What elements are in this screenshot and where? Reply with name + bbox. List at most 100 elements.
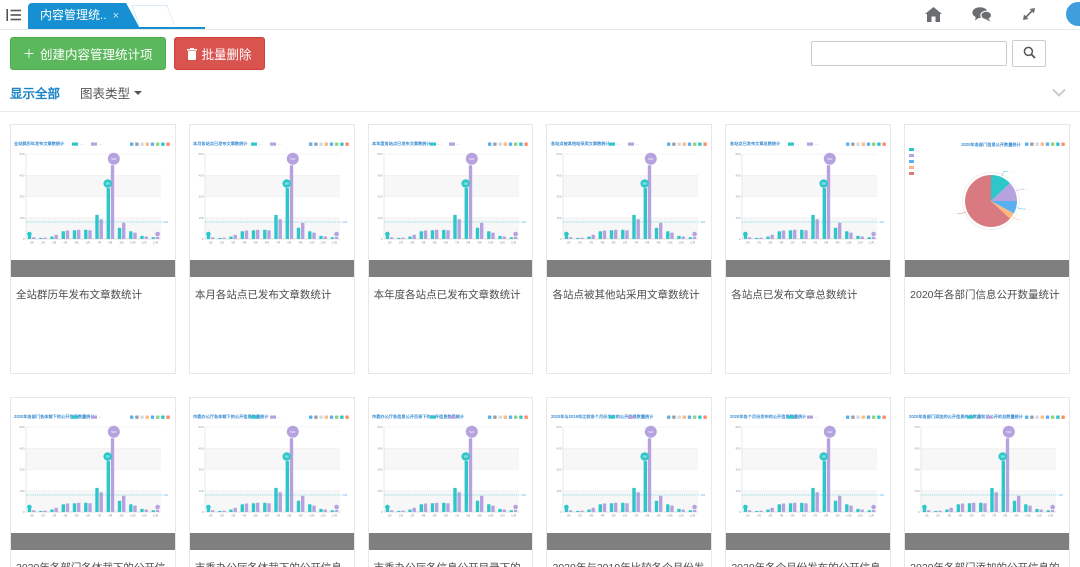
svg-text:12月: 12月 [690, 240, 696, 244]
card-title: 各站点被其他站采用文章数统计 [547, 277, 711, 313]
stat-card[interactable]: 市委办公厅各体裁下的公开信息数量统计·········0150300450600… [189, 397, 355, 567]
svg-text:2月: 2月 [399, 513, 403, 517]
svg-text:5月: 5月 [75, 240, 79, 244]
card-title: 全站群历年发布文章数统计 [11, 277, 175, 313]
svg-text:2020年各部门各体裁下的公开信息数量统计: 2020年各部门各体裁下的公开信息数量统计 [14, 413, 95, 420]
svg-text:8月: 8月 [1003, 513, 1007, 517]
svg-text:4月: 4月 [600, 240, 604, 244]
svg-text:7月: 7月 [455, 240, 459, 244]
stat-card[interactable]: 市委办公厅各信息公开目录下的公开信息数量统计·········015030045… [368, 397, 534, 567]
card-title: 各站点已发布文章总数统计 [726, 277, 890, 313]
svg-text:120: 120 [700, 220, 705, 224]
svg-text:本月各站点已发布文章数统计: 本月各站点已发布文章数统计 [192, 140, 248, 147]
chart-type-label: 图表类型 [80, 83, 130, 102]
trash-icon [187, 48, 197, 60]
svg-text:3月: 3月 [947, 513, 951, 517]
stat-card[interactable]: 2020年与2019年比较各个月份发布的公开信息数量统计·········015… [546, 397, 712, 567]
batch-delete-button[interactable]: 批量删除 [174, 37, 265, 70]
stat-card[interactable]: 全站群历年发布文章数统计·········01503004506001月2月3月… [10, 124, 176, 374]
svg-text:3月: 3月 [768, 240, 772, 244]
svg-text:····: ···· [1027, 207, 1031, 211]
show-all-link[interactable]: 显示全部 [10, 83, 60, 102]
svg-text:10月: 10月 [667, 240, 673, 244]
svg-text:120: 120 [879, 493, 884, 497]
card-title: 本月各站点已发布文章数统计 [190, 277, 354, 313]
svg-text:1月: 1月 [566, 240, 570, 244]
svg-text:300: 300 [914, 467, 919, 471]
svg-text:6月: 6月 [444, 240, 448, 244]
avatar[interactable] [1066, 2, 1080, 26]
svg-text:11月: 11月 [500, 240, 506, 244]
tab-close-icon[interactable]: × [113, 10, 119, 22]
svg-text:300: 300 [20, 467, 25, 471]
svg-text:300: 300 [199, 194, 204, 198]
home-icon[interactable] [925, 7, 942, 22]
tab-ghost [131, 5, 174, 25]
svg-text:6月: 6月 [623, 513, 627, 517]
batch-delete-label: 批量删除 [202, 44, 252, 63]
svg-text:520: 520 [827, 157, 832, 161]
svg-text:6月: 6月 [802, 240, 806, 244]
svg-text:···: ··· [616, 415, 619, 419]
card-gray-bar [369, 260, 533, 277]
card-title: 2020年各个月份发布的公开信息数量统计 [726, 550, 890, 567]
svg-text:···: ··· [14, 147, 17, 150]
svg-text:7月: 7月 [276, 513, 280, 517]
stat-card[interactable]: 2020年各部门信息公开数量统计························… [904, 124, 1070, 374]
svg-text:2020年各部门信息公开数量统计: 2020年各部门信息公开数量统计 [961, 141, 1021, 148]
stat-card[interactable]: 2020年各个月份发布的公开信息数量统计·········01503004506… [725, 397, 891, 567]
svg-text:600: 600 [378, 152, 383, 156]
svg-text:10月: 10月 [309, 513, 315, 517]
create-button[interactable]: ＋ 创建内容管理统计项 [10, 37, 166, 70]
svg-text:300: 300 [556, 467, 561, 471]
svg-text:3月: 3月 [410, 240, 414, 244]
svg-text:12月: 12月 [868, 513, 874, 517]
card-grid: 全站群历年发布文章数统计·········01503004506001月2月3月… [0, 112, 1080, 567]
svg-text:520: 520 [469, 430, 474, 434]
svg-text:9月: 9月 [478, 240, 482, 244]
comments-icon[interactable] [972, 7, 992, 22]
stat-card[interactable]: 各站点已发布文章总数统计·········01503004506001月2月3月… [725, 124, 891, 374]
svg-text:9月: 9月 [299, 240, 303, 244]
card-title: 2020年各部门信息公开数量统计 [905, 277, 1069, 313]
svg-text:1月: 1月 [566, 513, 570, 517]
svg-text:11月: 11月 [142, 513, 148, 517]
svg-text:7月: 7月 [813, 513, 817, 517]
svg-text:120: 120 [1058, 493, 1063, 497]
svg-text:9月: 9月 [835, 240, 839, 244]
card-gray-bar [369, 533, 533, 550]
svg-text:5月: 5月 [969, 513, 973, 517]
svg-text:450: 450 [556, 173, 561, 177]
stat-card[interactable]: 本年度各站点已发布文章数统计·········01503004506001月2月… [368, 124, 534, 374]
chevron-down-icon[interactable] [1052, 88, 1066, 97]
expand-icon[interactable] [1022, 7, 1036, 21]
sidebar-toggle-icon[interactable] [0, 0, 28, 29]
stat-card[interactable]: 各站点被其他站采用文章数统计·········01503004506001月2月… [546, 124, 712, 374]
search-button[interactable] [1012, 40, 1046, 67]
svg-text:450: 450 [914, 446, 919, 450]
svg-text:···: ··· [974, 415, 977, 419]
stat-card[interactable]: 2020年各部门添加的公开信息的总数量和已公开的总数量统计·········01… [904, 397, 1070, 567]
svg-text:···: ··· [193, 420, 196, 423]
svg-text:300: 300 [378, 467, 383, 471]
chart-type-dropdown[interactable]: 图表类型 [80, 83, 142, 102]
filter-bar: 显示全部 图表类型 [0, 77, 1080, 112]
card-gray-bar [11, 533, 175, 550]
svg-text:7月: 7月 [276, 240, 280, 244]
chart-thumbnail: 2020年各部门各体裁下的公开信息数量统计·········0150300450… [11, 398, 175, 533]
svg-text:150: 150 [556, 215, 561, 219]
search-input[interactable] [811, 41, 1007, 66]
svg-text:7月: 7月 [455, 513, 459, 517]
svg-text:7月: 7月 [634, 240, 638, 244]
svg-text:11月: 11月 [321, 240, 327, 244]
svg-text:2月: 2月 [220, 240, 224, 244]
stat-card[interactable]: 本月各站点已发布文章数统计·········01503004506001月2月3… [189, 124, 355, 374]
svg-text:450: 450 [199, 446, 204, 450]
svg-text:5月: 5月 [433, 513, 437, 517]
svg-text:12月: 12月 [690, 513, 696, 517]
stat-card[interactable]: 2020年各部门各体裁下的公开信息数量统计·········0150300450… [10, 397, 176, 567]
svg-text:····: ···· [915, 159, 919, 163]
tab-content-stats[interactable]: 内容管理统..× [28, 3, 139, 27]
svg-text:····: ···· [1008, 169, 1012, 173]
card-title: 2020年各部门添加的公开信息的总数量和已公开的总数量统计 [905, 550, 1069, 567]
